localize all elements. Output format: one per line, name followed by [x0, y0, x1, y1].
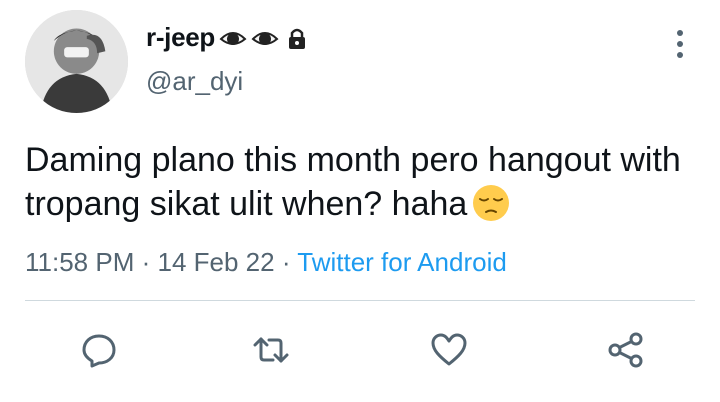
eye-emoji [219, 31, 247, 45]
avatar[interactable] [25, 10, 128, 113]
meta-separator: · [141, 247, 151, 277]
display-name-row: r-jeep [146, 22, 311, 53]
tweet-date[interactable]: 14 Feb 22 [158, 247, 275, 277]
lock-emoji [289, 28, 306, 49]
divider [25, 300, 695, 301]
tweet-source-link[interactable]: Twitter for Android [297, 247, 507, 277]
reply-button[interactable] [71, 322, 127, 378]
reply-icon [82, 334, 116, 368]
pensive-face-emoji [473, 185, 510, 221]
retweet-icon [253, 337, 289, 363]
more-options-icon[interactable] [672, 30, 688, 58]
meta-separator: · [281, 247, 291, 277]
action-bar [0, 322, 720, 378]
share-button[interactable] [598, 322, 654, 378]
user-handle[interactable]: @ar_dyi [146, 66, 243, 97]
like-icon [431, 333, 467, 366]
display-name[interactable]: r-jeep [146, 22, 215, 53]
tweet-meta: 11:58 PM · 14 Feb 22 · Twitter for Andro… [25, 247, 507, 278]
tweet-text: Daming plano this month pero hangout wit… [25, 141, 681, 223]
avatar-photo [25, 10, 128, 113]
tweet-time[interactable]: 11:58 PM [25, 247, 134, 277]
share-icon [608, 332, 643, 368]
retweet-button[interactable] [243, 322, 299, 378]
tweet-text-block: Daming plano this month pero hangout wit… [25, 138, 685, 226]
like-button[interactable] [421, 322, 477, 378]
eye-emoji [251, 31, 279, 45]
